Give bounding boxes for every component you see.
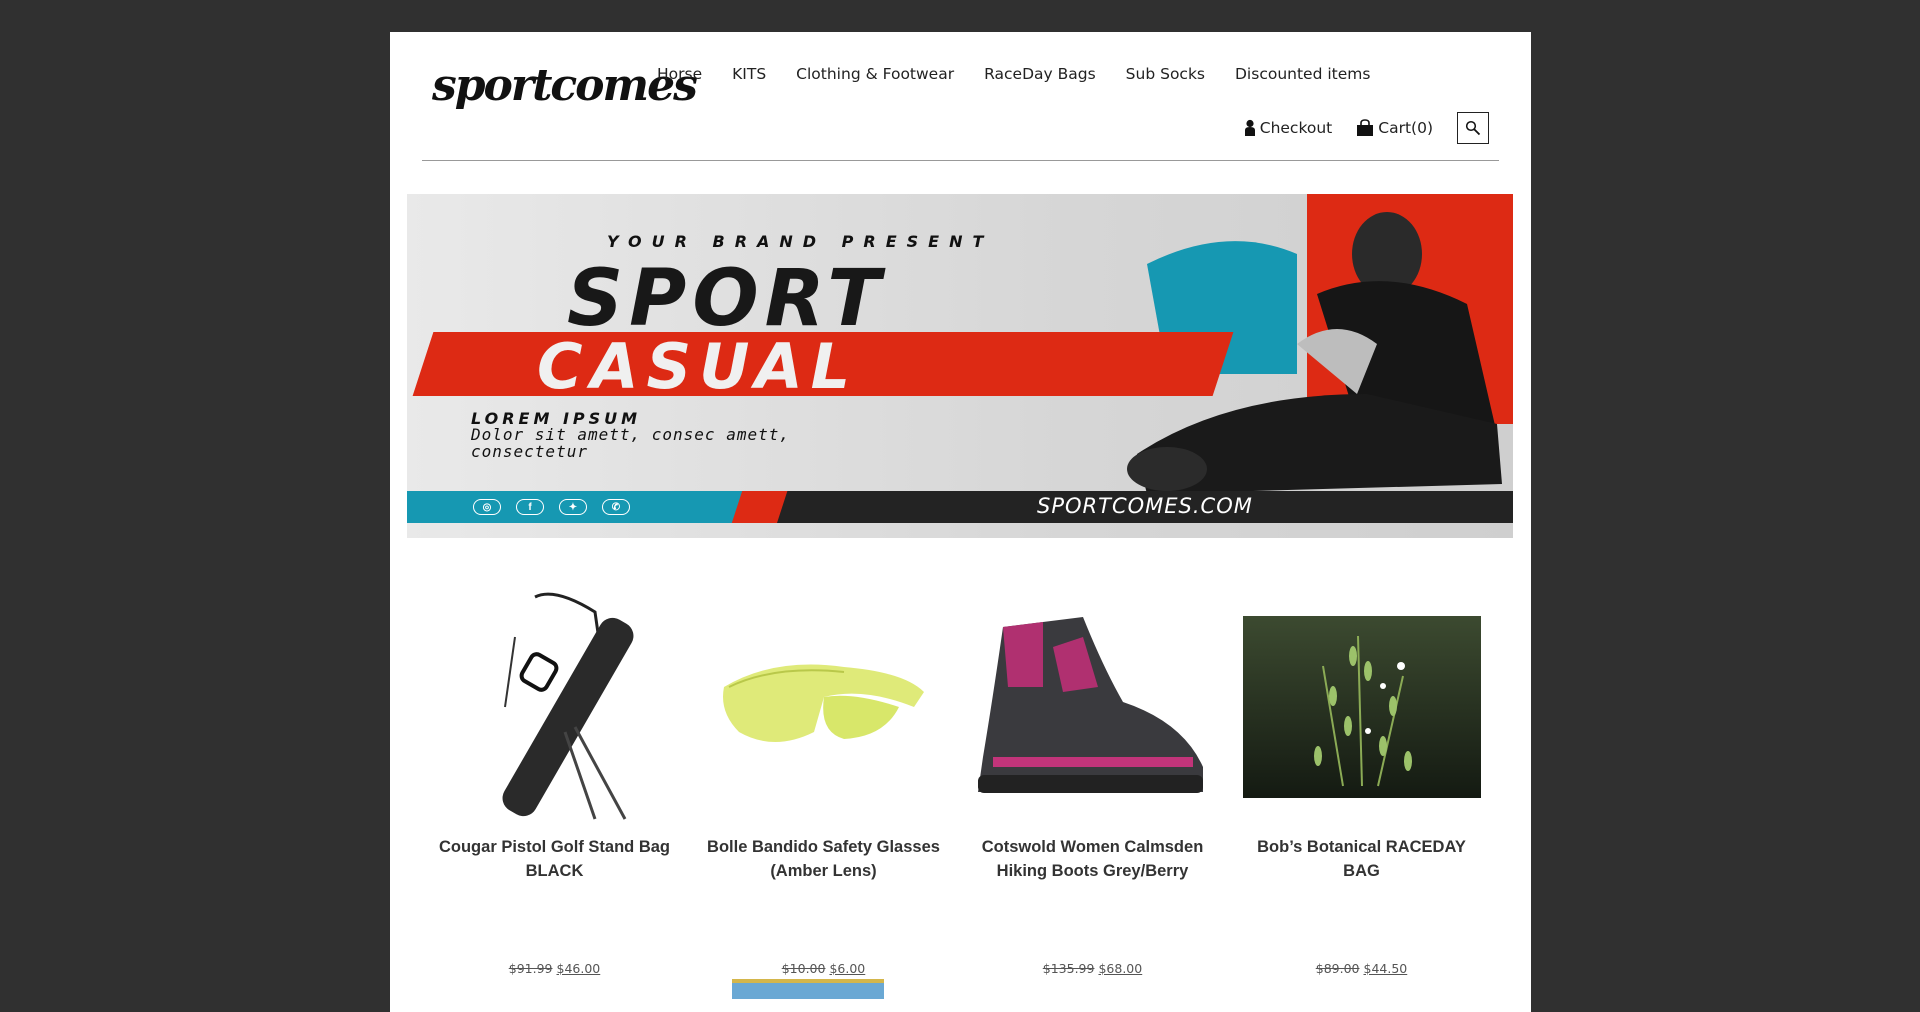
- twitter-icon: ✦: [559, 499, 587, 515]
- hero-banner[interactable]: YOUR BRAND PRESENT SPORT CASUAL LOREM IP…: [407, 194, 1513, 538]
- product-grid: Cougar Pistol Golf Stand Bag BLACK $91.9…: [420, 587, 1496, 976]
- nav-item-raceday-bags[interactable]: RaceDay Bags: [984, 65, 1096, 83]
- product-image[interactable]: [435, 587, 675, 827]
- utility-bar: Checkout Cart(0): [1244, 112, 1489, 144]
- banner-url: SPORTCOMES.COM: [1037, 494, 1253, 518]
- checkout-link[interactable]: Checkout: [1244, 119, 1333, 137]
- sale-price: $46.00: [556, 961, 601, 976]
- product-title[interactable]: Bob’s Botanical RACEDAY BAG: [1242, 835, 1482, 883]
- facebook-icon: f: [516, 499, 544, 515]
- nav-item-sub-socks[interactable]: Sub Socks: [1126, 65, 1205, 83]
- user-icon: [1244, 119, 1255, 136]
- whatsapp-icon: ✆: [602, 499, 630, 515]
- sale-price: $68.00: [1098, 961, 1143, 976]
- original-price: $89.00: [1315, 961, 1360, 976]
- product-title[interactable]: Bolle Bandido Safety Glasses (Amber Lens…: [704, 835, 944, 883]
- nav-item-clothing-footwear[interactable]: Clothing & Footwear: [796, 65, 954, 83]
- cart-label: Cart(0): [1378, 119, 1433, 137]
- main-nav: Horse KITS Clothing & Footwear RaceDay B…: [657, 65, 1370, 83]
- nav-item-horse[interactable]: Horse: [657, 65, 702, 83]
- original-price: $10.00: [781, 961, 826, 976]
- search-button[interactable]: [1457, 112, 1489, 144]
- search-icon: [1465, 120, 1481, 136]
- shopping-bag-icon: [1357, 119, 1374, 136]
- product-image[interactable]: [1242, 587, 1482, 827]
- nav-item-kits[interactable]: KITS: [732, 65, 766, 83]
- product-card[interactable]: Bob’s Botanical RACEDAY BAG $89.00 $44.50: [1227, 587, 1496, 976]
- safety-glasses-icon: [722, 664, 924, 742]
- product-price: $10.00 $6.00: [782, 961, 866, 976]
- header-divider: [422, 160, 1499, 161]
- banner-body-text: Dolor sit amett, consec amett, consectet…: [471, 425, 790, 461]
- product-image[interactable]: [973, 587, 1213, 827]
- next-row-product-image-partial[interactable]: [732, 979, 884, 999]
- cart-link[interactable]: Cart(0): [1356, 119, 1433, 137]
- instagram-icon: ◎: [473, 499, 501, 515]
- original-price: $135.99: [1042, 961, 1095, 976]
- botanical-print-icon: [1242, 616, 1481, 798]
- original-price: $91.99: [508, 961, 553, 976]
- hiking-boot-icon: [977, 617, 1203, 793]
- sale-price: $6.00: [829, 961, 866, 976]
- product-image[interactable]: [704, 587, 944, 827]
- product-card[interactable]: Cougar Pistol Golf Stand Bag BLACK $91.9…: [420, 587, 689, 976]
- product-price: $91.99 $46.00: [509, 961, 601, 976]
- nav-item-discounted-items[interactable]: Discounted items: [1235, 65, 1370, 83]
- checkout-label: Checkout: [1259, 119, 1333, 137]
- banner-social-icons: ◎ f ✦ ✆: [473, 499, 630, 515]
- page-container: sportcomes Horse KITS Clothing & Footwea…: [390, 32, 1531, 1012]
- product-card[interactable]: Bolle Bandido Safety Glasses (Amber Lens…: [689, 587, 958, 976]
- product-title[interactable]: Cougar Pistol Golf Stand Bag BLACK: [435, 835, 675, 883]
- product-card[interactable]: Cotswold Women Calmsden Hiking Boots Gre…: [958, 587, 1227, 976]
- sale-price: $44.50: [1363, 961, 1408, 976]
- banner-heading-casual: CASUAL: [537, 330, 859, 403]
- golf-bag-icon: [502, 592, 633, 820]
- banner-tagline: YOUR BRAND PRESENT: [607, 232, 994, 251]
- product-price: $89.00 $44.50: [1316, 961, 1408, 976]
- product-price: $135.99 $68.00: [1043, 961, 1142, 976]
- product-title[interactable]: Cotswold Women Calmsden Hiking Boots Gre…: [973, 835, 1213, 883]
